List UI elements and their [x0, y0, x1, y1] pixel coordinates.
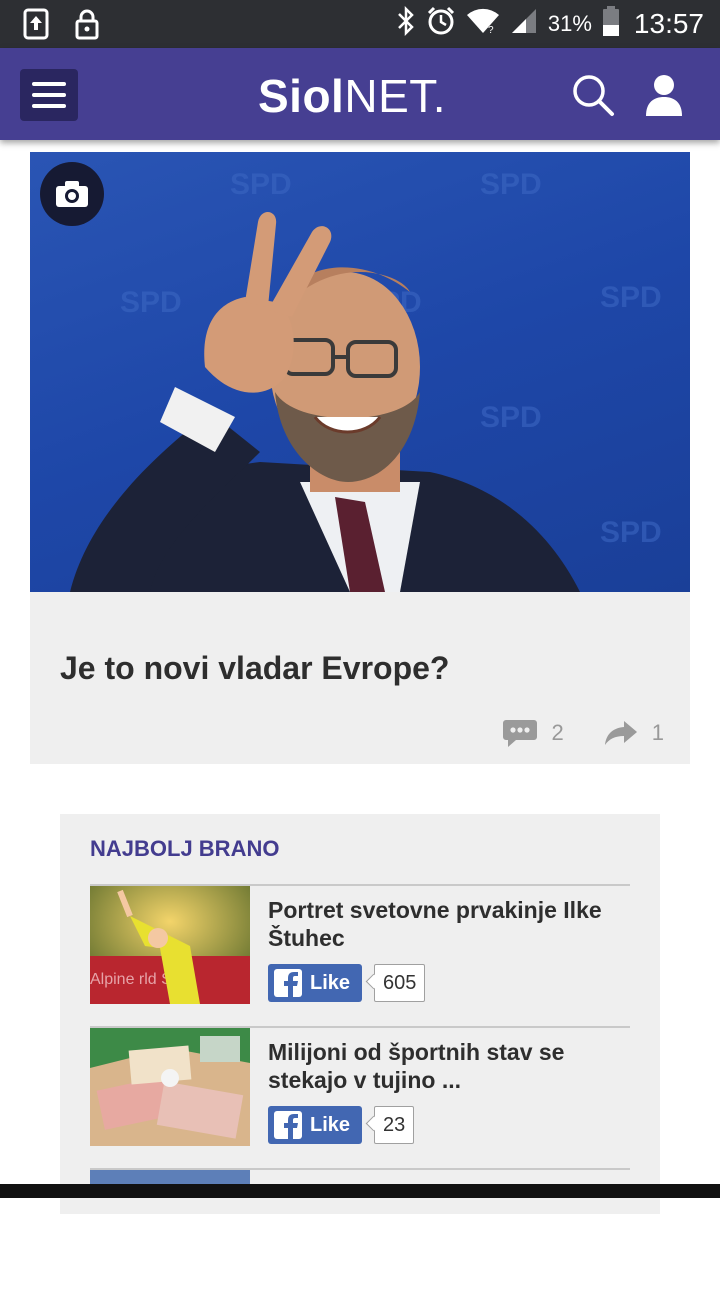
- status-bar: ? 31% 13:57: [0, 0, 720, 48]
- user-icon: [646, 75, 682, 116]
- most-read-heading: NAJBOLJ BRANO: [90, 836, 280, 861]
- alarm-icon: [426, 6, 456, 43]
- facebook-like[interactable]: Like 605: [268, 964, 426, 1002]
- shares-stat[interactable]: 1: [604, 720, 664, 746]
- list-item[interactable]: Alpine rld Ski Portret svetovne prvakinj…: [90, 884, 630, 1026]
- like-label: Like: [310, 971, 351, 994]
- menu-button[interactable]: [20, 69, 78, 121]
- like-button[interactable]: Like: [268, 964, 363, 1002]
- like-label: Like: [310, 1113, 351, 1136]
- logo[interactable]: SiolNET.: [258, 70, 446, 122]
- camera-icon: [56, 181, 88, 207]
- battery-percent: 31%: [547, 11, 592, 36]
- comment-icon: [502, 720, 537, 747]
- like-button[interactable]: Like: [268, 1106, 363, 1144]
- clock: 13:57: [633, 8, 704, 39]
- app-bar: SiolNET.: [0, 48, 720, 140]
- search-icon: [573, 75, 614, 116]
- battery-icon: [602, 5, 620, 44]
- share-icon: [604, 721, 637, 745]
- facebook-icon: [274, 1111, 302, 1139]
- logo-bold: Siol: [258, 70, 345, 122]
- svg-text:SPD: SPD: [230, 168, 292, 201]
- bluetooth-icon: [396, 5, 416, 43]
- article-thumbnail[interactable]: [90, 1028, 250, 1146]
- svg-text:SPD: SPD: [600, 516, 662, 549]
- shares-count: 1: [651, 720, 664, 745]
- facebook-like[interactable]: Like 23: [268, 1106, 415, 1144]
- menu-icon: [32, 82, 66, 86]
- svg-text:?: ?: [488, 25, 494, 35]
- article-title[interactable]: Portret svetovne prvakinje Ilke Štuhec: [268, 896, 618, 952]
- comments-stat[interactable]: 2: [502, 718, 564, 748]
- like-count: 23: [374, 1106, 415, 1144]
- search-button[interactable]: [570, 72, 616, 118]
- facebook-icon: [274, 969, 302, 997]
- article-title[interactable]: Milijoni od športnih stav se stekajo v t…: [268, 1038, 618, 1094]
- signal-icon: [510, 7, 538, 42]
- svg-text:SPD: SPD: [600, 281, 662, 314]
- article-thumbnail[interactable]: Alpine rld Ski: [90, 886, 250, 1004]
- camera-badge: [40, 162, 104, 226]
- hero-title[interactable]: Je to novi vladar Evrope?: [60, 650, 449, 687]
- lock-icon: [74, 8, 100, 45]
- svg-text:SPD: SPD: [120, 286, 182, 319]
- upload-icon: [22, 8, 50, 45]
- most-read-section: NAJBOLJ BRANO Alpine rld Ski Portret sve…: [60, 814, 660, 1214]
- user-button[interactable]: [642, 72, 686, 118]
- comments-count: 2: [551, 720, 564, 745]
- list-item[interactable]: Milijoni od športnih stav se stekajo v t…: [90, 1026, 630, 1168]
- like-count: 605: [374, 964, 426, 1002]
- wifi-icon: ?: [466, 7, 500, 42]
- hero-photo[interactable]: SPDSPD SPDSPDSPD SPDSPD: [30, 152, 690, 592]
- logo-light: NET.: [344, 70, 447, 122]
- svg-text:SPD: SPD: [480, 168, 542, 201]
- hero-article-card[interactable]: SPDSPD SPDSPDSPD SPDSPD: [30, 152, 690, 764]
- hero-stats: 2 1: [502, 718, 664, 748]
- svg-text:SPD: SPD: [480, 401, 542, 434]
- navigation-bar-edge: [0, 1184, 720, 1198]
